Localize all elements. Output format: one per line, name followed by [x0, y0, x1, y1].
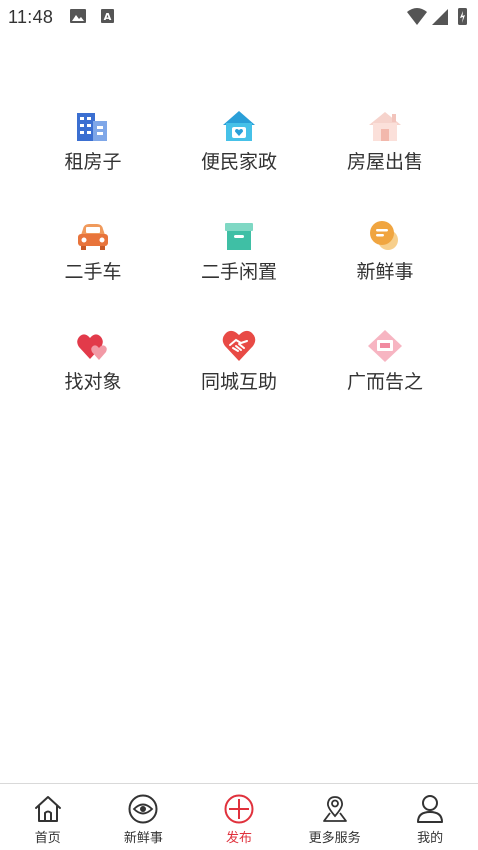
service-used-car[interactable]: 二手车	[20, 218, 166, 284]
service-label: 新鲜事	[356, 261, 414, 283]
chat-bubble-icon	[365, 218, 405, 253]
nav-more-services[interactable]: 更多服务	[287, 784, 383, 850]
service-dating[interactable]: 找对象	[20, 328, 166, 394]
nav-label: 发布	[225, 831, 252, 846]
service-mutual-help[interactable]: 同城互助	[166, 328, 312, 394]
wifi-icon	[407, 8, 427, 25]
image-icon	[70, 9, 86, 23]
house-heart-icon	[219, 108, 259, 143]
a-icon: A	[101, 9, 114, 23]
service-house-sale[interactable]: 房屋出售	[312, 108, 458, 174]
car-icon	[73, 218, 113, 253]
service-rent[interactable]: 租房子	[20, 108, 166, 174]
home-icon	[32, 793, 64, 825]
service-label: 房屋出售	[346, 151, 423, 173]
service-label: 同城互助	[200, 371, 277, 393]
status-bar: 11:48 A	[0, 0, 478, 34]
service-housekeeping[interactable]: 便民家政	[166, 108, 312, 174]
house-icon	[365, 108, 405, 143]
nav-news[interactable]: 新鲜事	[96, 784, 192, 850]
status-time: 11:48	[8, 7, 54, 27]
service-label: 广而告之	[346, 371, 423, 393]
nav-mine[interactable]: 我的	[382, 784, 478, 850]
service-news[interactable]: 新鲜事	[312, 218, 458, 284]
person-icon	[414, 793, 446, 825]
nav-label: 更多服务	[308, 831, 361, 846]
nav-label: 首页	[34, 831, 61, 846]
handshake-heart-icon	[219, 328, 259, 363]
svg-text:A: A	[104, 12, 112, 23]
service-label: 二手车	[64, 261, 122, 283]
service-label: 二手闲置	[200, 261, 277, 283]
system-icons	[407, 8, 467, 25]
nav-publish[interactable]: 发布	[191, 784, 287, 850]
service-label: 找对象	[64, 371, 122, 393]
service-grid: 租房子 便民家政 房屋出售 二手车 二手闲置 新鲜事 找对象 同城互助 广而告之	[20, 108, 460, 394]
building-icon	[73, 108, 113, 143]
nav-label: 新鲜事	[123, 831, 163, 846]
nav-home[interactable]: 首页	[0, 784, 96, 850]
box-icon	[219, 218, 259, 253]
bottom-nav: 首页 新鲜事 发布 更多服务 我的	[0, 783, 478, 850]
service-label: 便民家政	[200, 151, 277, 173]
service-label: 租房子	[64, 151, 122, 173]
diamond-sign-icon	[365, 328, 405, 363]
hearts-icon	[73, 328, 113, 363]
eye-icon	[127, 793, 159, 825]
service-idle-items[interactable]: 二手闲置	[166, 218, 312, 284]
nav-label: 我的	[417, 831, 444, 846]
service-advertise[interactable]: 广而告之	[312, 328, 458, 394]
signal-icon	[432, 9, 448, 25]
location-icon	[319, 793, 351, 825]
plus-circle-icon	[223, 793, 255, 825]
